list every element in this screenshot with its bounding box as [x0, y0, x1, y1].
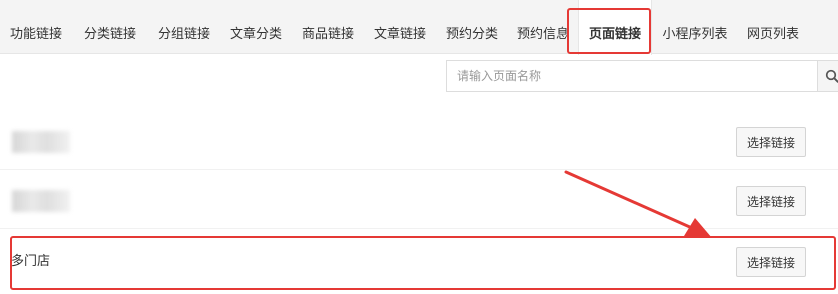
- choose-link-button[interactable]: 选择链接: [736, 247, 806, 277]
- list-item: 多门店 选择链接: [0, 234, 838, 290]
- redacted-name: [12, 131, 70, 153]
- tab-booking-category[interactable]: 预约分类: [436, 0, 508, 54]
- tab-product-links[interactable]: 商品链接: [292, 0, 364, 54]
- tab-article-category[interactable]: 文章分类: [220, 0, 292, 54]
- tab-bar: 功能链接 分类链接 分组链接 文章分类 商品链接 文章链接 预约分类 预约信息 …: [0, 0, 838, 55]
- tab-booking-info[interactable]: 预约信息: [508, 0, 578, 54]
- tab-function-links[interactable]: 功能链接: [0, 0, 72, 54]
- tab-category-links[interactable]: 分类链接: [72, 0, 148, 54]
- redacted-name: [12, 190, 70, 212]
- tab-article-links[interactable]: 文章链接: [364, 0, 436, 54]
- tab-page-links[interactable]: 页面链接: [578, 0, 652, 55]
- search-input[interactable]: [446, 60, 817, 92]
- search-button[interactable]: [817, 60, 838, 92]
- tab-group-links[interactable]: 分组链接: [148, 0, 220, 54]
- list-item: 选择链接: [0, 114, 838, 170]
- search-icon: [825, 69, 838, 83]
- tab-miniprogram-list[interactable]: 小程序列表: [652, 0, 738, 54]
- choose-link-button[interactable]: 选择链接: [736, 186, 806, 216]
- row-name: 多门店: [11, 254, 51, 269]
- choose-link-button[interactable]: 选择链接: [736, 127, 806, 157]
- tab-webpage-list[interactable]: 网页列表: [738, 0, 808, 54]
- list-item: 选择链接: [0, 173, 838, 229]
